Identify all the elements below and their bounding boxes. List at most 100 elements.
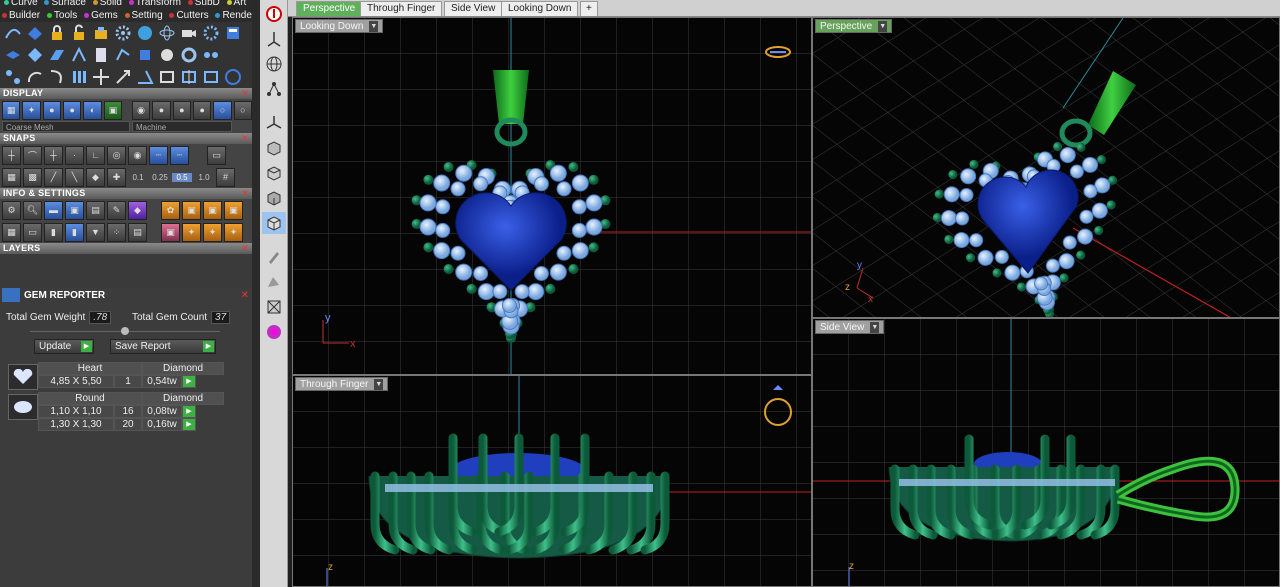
viewport-perspective[interactable]: Perspective ▼ y z x — [812, 17, 1280, 318]
viewport-label[interactable]: Side View ▼ — [815, 320, 885, 334]
section-display-header[interactable]: DISPLAY ✕ — [0, 88, 252, 99]
measure-icon[interactable]: ▬ — [44, 200, 63, 220]
snap-cross-icon[interactable]: ┼ — [44, 145, 63, 165]
snap-curve-icon[interactable]: ⌒ — [23, 145, 42, 165]
viewport-side-view[interactable]: Side View ▼ z — [812, 318, 1280, 587]
bars-tool-icon[interactable] — [68, 67, 89, 87]
viewport-label[interactable]: Perspective ▼ — [815, 19, 893, 33]
snap-angle-icon[interactable]: ∟ — [86, 145, 105, 165]
align-tool-icon[interactable] — [156, 67, 177, 87]
cube-front-icon[interactable] — [262, 137, 286, 159]
render-preview-icon[interactable]: ◐ — [83, 100, 102, 120]
close-icon[interactable]: ✕ — [241, 133, 249, 144]
snap-value-1[interactable]: 0.25 — [150, 173, 170, 182]
render-flower-icon[interactable] — [262, 321, 286, 343]
bounding-box-icon[interactable]: ▣ — [103, 100, 123, 120]
monitor-icon[interactable]: ▭ — [23, 222, 42, 242]
frame-icon[interactable]: ▣ — [182, 200, 201, 220]
blue-box-icon[interactable]: ▮ — [65, 222, 84, 242]
menu-render[interactable]: Render — [215, 10, 252, 21]
snap-grid-icon[interactable]: ┼ — [2, 145, 21, 165]
frame3-icon[interactable]: ▣ — [224, 200, 243, 220]
box-tool-icon[interactable] — [134, 45, 155, 65]
menu-tools[interactable]: Tools — [46, 10, 77, 21]
star3-icon[interactable]: ✦ — [224, 222, 243, 242]
section-snaps-header[interactable]: SNAPS ✕ — [0, 133, 252, 144]
menu-art[interactable]: Art — [226, 0, 246, 8]
cube-side-icon[interactable] — [262, 187, 286, 209]
unlock-tool-icon[interactable] — [68, 23, 89, 43]
search-icon[interactable]: 🔍︎ — [23, 200, 42, 220]
chevron-down-icon[interactable]: ▼ — [369, 20, 379, 32]
repeat-tool-icon[interactable] — [200, 45, 221, 65]
snap-pin-icon[interactable]: ✚ — [107, 167, 126, 187]
star-icon[interactable]: ✦ — [182, 222, 201, 242]
select-gem-button[interactable]: ▶ — [182, 418, 196, 431]
tab-add[interactable]: + — [580, 1, 598, 16]
mesh-select[interactable]: Coarse Mesh — [2, 121, 130, 132]
snap-line2-icon[interactable]: ╲ — [65, 167, 84, 187]
edit-icon[interactable]: ✎ — [107, 200, 126, 220]
snap-center-icon[interactable]: ◉ — [128, 145, 147, 165]
snap-target-icon[interactable]: ◎ — [107, 145, 126, 165]
list-icon[interactable]: ▤ — [128, 222, 147, 242]
chevron-down-icon[interactable]: ▼ — [870, 321, 880, 333]
wireframe-icon[interactable]: ▦ — [2, 100, 21, 120]
doc-tool-icon[interactable] — [90, 45, 111, 65]
cube-info-icon[interactable]: ▣ — [65, 200, 84, 220]
cylinder-icon[interactable]: ▮ — [44, 222, 63, 242]
menu-transform[interactable]: Transform — [128, 0, 181, 8]
snap-value-0[interactable]: 0.1 — [128, 173, 148, 182]
zoom-window-icon[interactable] — [262, 296, 286, 318]
gear-icon[interactable] — [112, 23, 133, 43]
ring-tool-icon[interactable] — [222, 67, 243, 87]
section-info-header[interactable]: INFO & SETTINGS ✕ — [0, 188, 252, 199]
close-icon[interactable]: ✕ — [241, 88, 249, 99]
paint-icon[interactable] — [262, 246, 286, 268]
document-icon[interactable]: ▤ — [86, 200, 105, 220]
node-tool-icon[interactable] — [2, 67, 23, 87]
bead-tool-icon[interactable] — [156, 45, 177, 65]
snap-line-icon[interactable]: ╱ — [44, 167, 63, 187]
shear-tool-icon[interactable] — [134, 67, 155, 87]
tab-perspective[interactable]: Perspective — [296, 1, 363, 16]
palette-icon[interactable]: ✿ — [161, 200, 180, 220]
chevron-down-icon[interactable]: ▼ — [878, 20, 888, 32]
purple-cube-icon[interactable]: ◆ — [128, 200, 147, 220]
menu-gems[interactable]: Gems — [84, 10, 118, 21]
select-gem-button[interactable]: ▶ — [182, 405, 196, 418]
layer-tool-icon[interactable] — [2, 45, 23, 65]
tab-through-finger[interactable]: Through Finger — [360, 1, 443, 16]
array-tool-icon[interactable] — [200, 67, 221, 87]
save-report-button[interactable]: Save Report ▶ — [110, 339, 216, 354]
sphere-tool-icon[interactable] — [134, 23, 155, 43]
surface-tool-icon[interactable] — [24, 23, 45, 43]
section-layers-header[interactable]: LAYERS ✕ — [0, 243, 252, 254]
dark-sphere-icon[interactable]: ○ — [233, 100, 252, 120]
diamond-tool-icon[interactable] — [24, 45, 45, 65]
snap-value-3[interactable]: 1.0 — [194, 173, 214, 182]
plane-tool-icon[interactable] — [46, 45, 67, 65]
snap-grid-toggle-icon[interactable]: # — [216, 167, 235, 187]
chrome-sphere-icon[interactable]: ● — [152, 100, 171, 120]
tab-side-view[interactable]: Side View — [444, 1, 503, 16]
viewport-through-finger[interactable]: Through Finger ▼ z — [292, 375, 812, 587]
menu-cutters[interactable]: Cutters — [169, 10, 209, 21]
snap-point-icon[interactable]: · — [65, 145, 84, 165]
menu-solid[interactable]: Solid — [92, 0, 122, 8]
select-gem-button[interactable]: ▶ — [182, 375, 196, 388]
close-icon[interactable]: ✕ — [241, 290, 249, 301]
window-tool-icon[interactable] — [222, 23, 243, 43]
shaded-sphere-icon[interactable]: ● — [42, 100, 62, 120]
menu-builder[interactable]: Builder — [2, 10, 40, 21]
snap-end-icon[interactable]: ┄ — [170, 145, 189, 165]
tab-looking-down[interactable]: Looking Down — [501, 1, 579, 16]
camera-tool-icon[interactable] — [178, 23, 199, 43]
blue-sphere-icon[interactable]: ● — [193, 100, 212, 120]
snap-cube-icon[interactable]: ▩ — [23, 167, 42, 187]
snap-plane-icon[interactable]: ◆ — [86, 167, 105, 187]
menu-subd[interactable]: SubD — [187, 0, 220, 8]
menu-curve[interactable]: Curve — [4, 0, 38, 8]
cube-top-icon[interactable] — [262, 162, 286, 184]
group-tool-icon[interactable] — [90, 23, 111, 43]
